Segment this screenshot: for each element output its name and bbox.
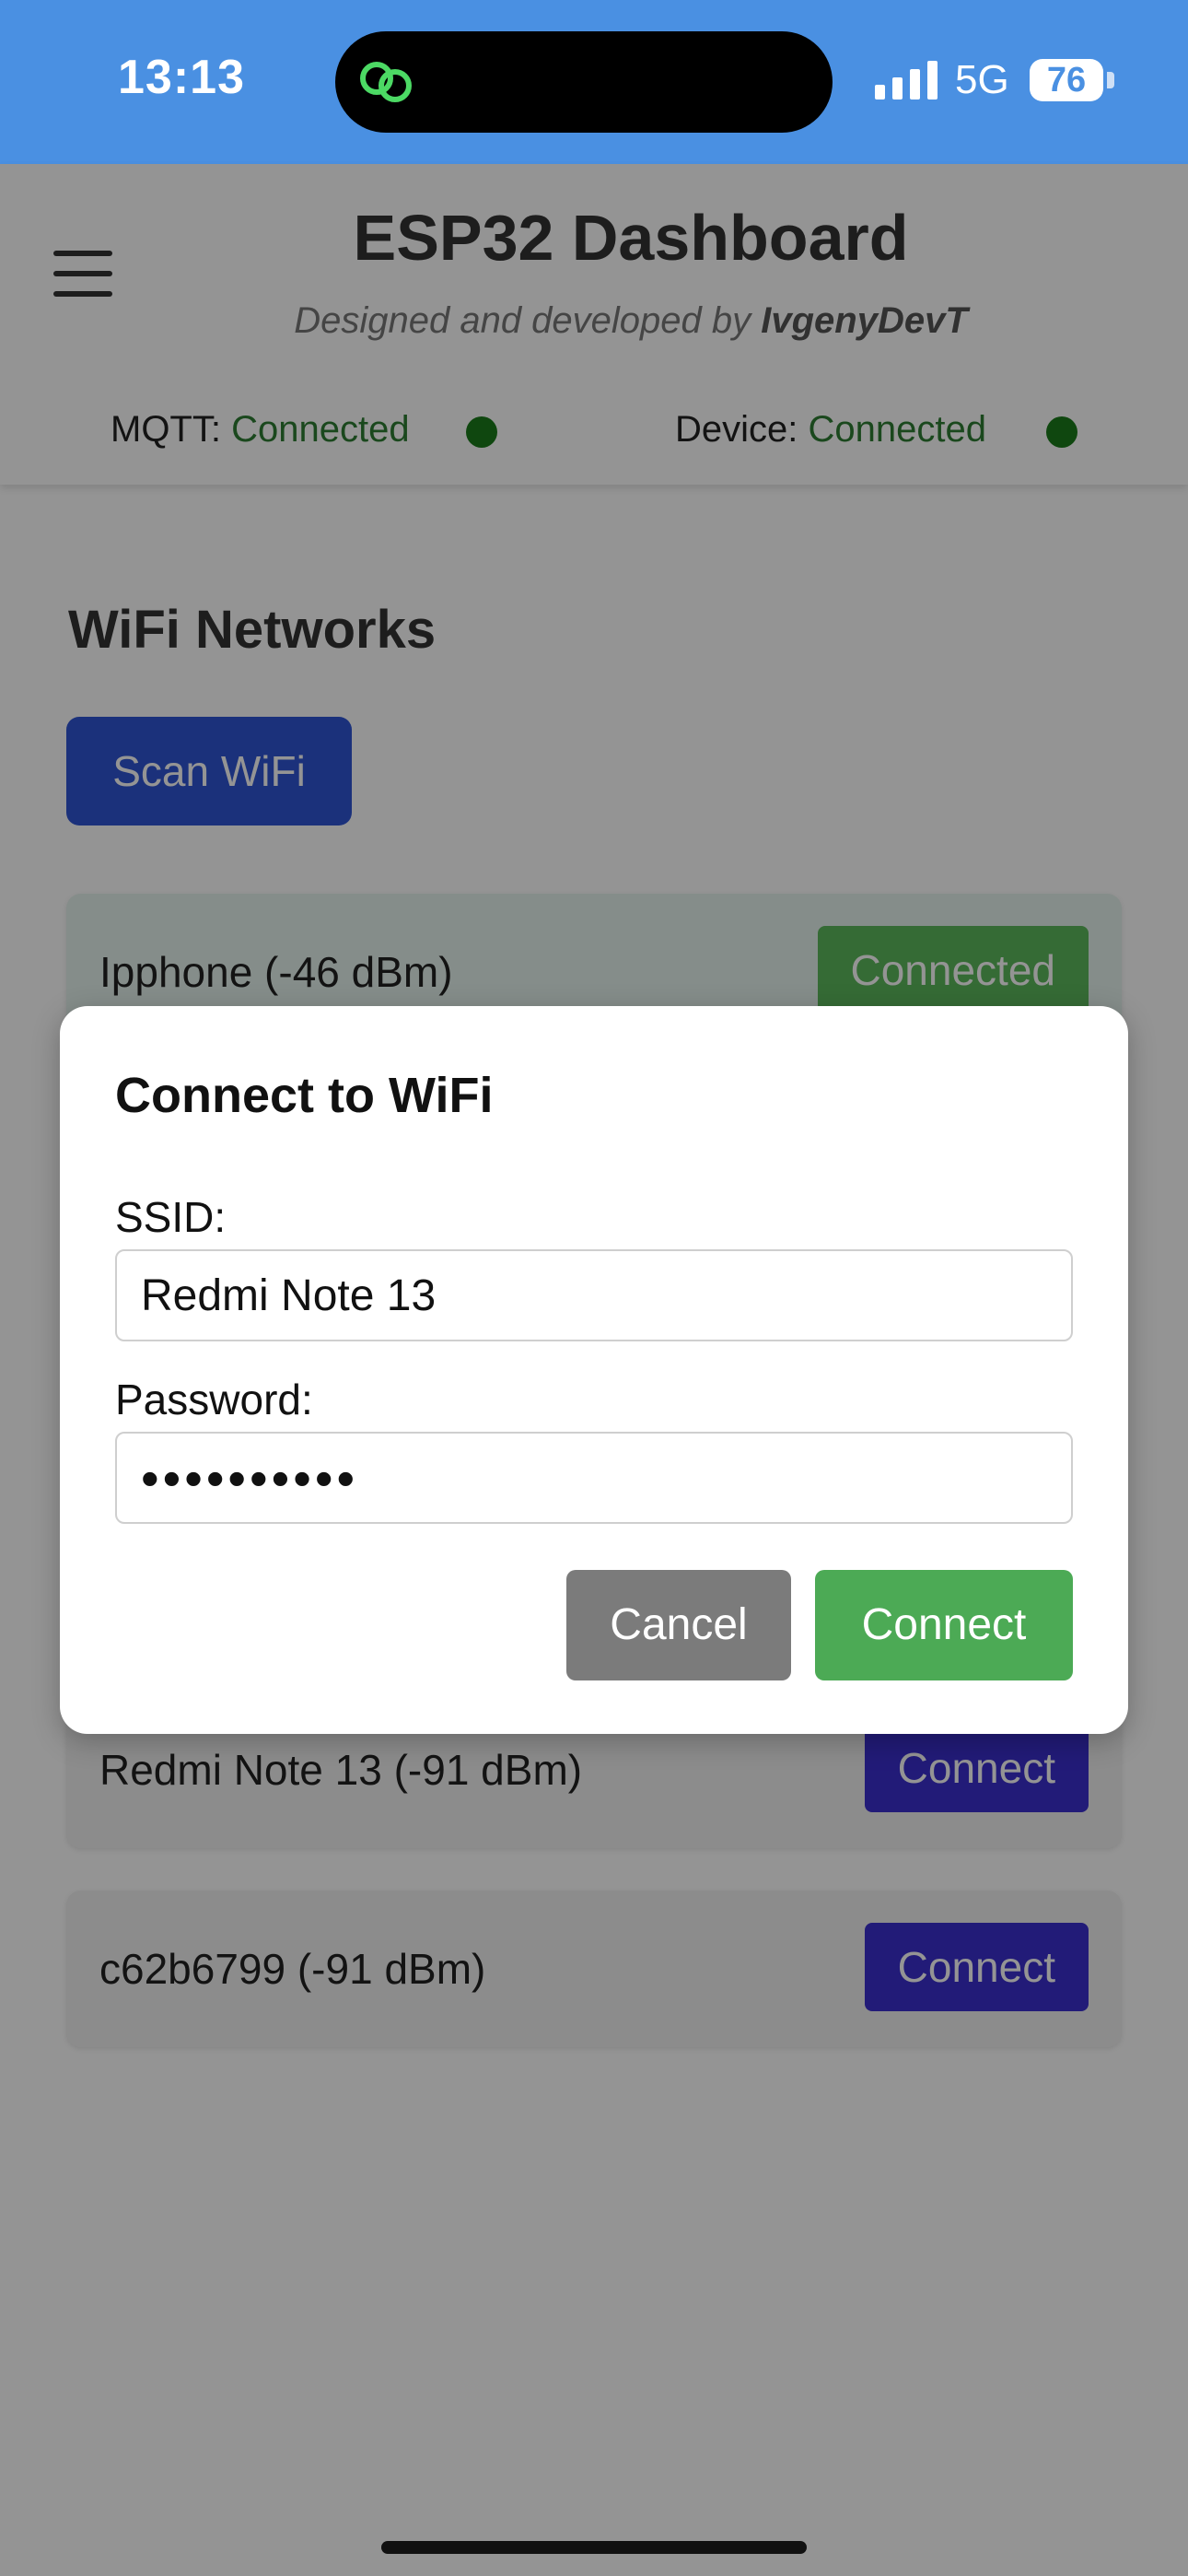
ssid-label: SSID: xyxy=(115,1193,227,1241)
battery-icon: 76 xyxy=(1030,59,1103,101)
dynamic-island xyxy=(335,31,833,133)
password-field[interactable] xyxy=(115,1432,1073,1524)
connect-button[interactable]: Connect xyxy=(815,1570,1073,1680)
password-input[interactable] xyxy=(117,1434,1071,1522)
battery-level: 76 xyxy=(1046,61,1087,100)
ssid-field[interactable] xyxy=(115,1249,1073,1341)
status-bar: 13:13 5G 76 xyxy=(0,0,1188,164)
home-indicator[interactable] xyxy=(381,2541,807,2554)
signal-icon xyxy=(875,61,938,100)
network-type: 5G xyxy=(955,57,1009,102)
ssid-input[interactable] xyxy=(117,1251,1071,1340)
password-label: Password: xyxy=(115,1376,313,1423)
dialog-title: Connect to WiFi xyxy=(115,1068,494,1123)
cancel-button[interactable]: Cancel xyxy=(566,1570,791,1680)
battery-nub xyxy=(1107,72,1114,88)
clock: 13:13 xyxy=(118,51,245,104)
connect-wifi-dialog: Connect to WiFi SSID: Password: Cancel C… xyxy=(60,1006,1128,1734)
app-link-icon xyxy=(360,62,412,102)
